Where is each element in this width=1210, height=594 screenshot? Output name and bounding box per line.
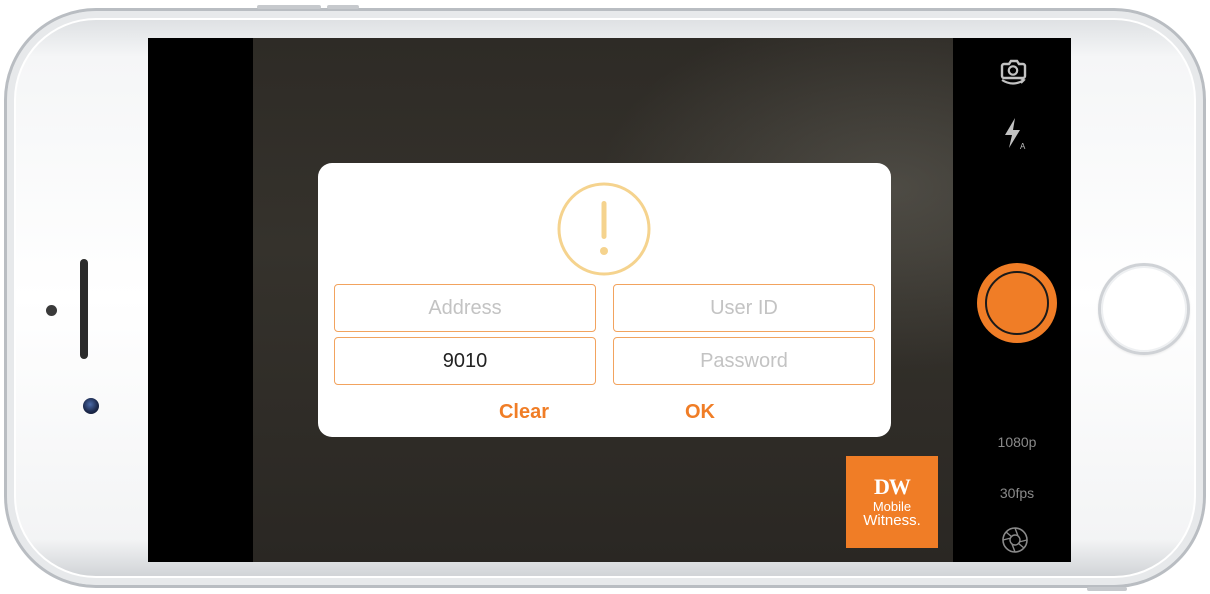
ok-button[interactable]: OK <box>670 397 730 427</box>
logo-line2: Witness. <box>863 512 921 529</box>
dw-mobile-witness-logo: DW Mobile Witness. <box>846 456 938 548</box>
connection-dialog: Clear OK <box>318 163 891 437</box>
clear-button[interactable]: Clear <box>484 397 564 427</box>
flash-auto-icon[interactable]: A <box>1000 116 1028 152</box>
front-camera <box>83 398 99 414</box>
power-button <box>1087 587 1127 591</box>
phone-screen: A 1080p 30fps DW Mobile Witness. Clear O… <box>148 38 1071 562</box>
camera-flip-icon[interactable] <box>996 54 1030 88</box>
record-button[interactable] <box>977 263 1057 343</box>
userid-input[interactable] <box>613 284 875 332</box>
home-button[interactable] <box>1098 263 1190 355</box>
port-input[interactable] <box>334 337 596 385</box>
logo-brand: DW <box>874 474 911 499</box>
volume-button <box>257 5 321 9</box>
password-input[interactable] <box>613 337 875 385</box>
mute-switch <box>327 5 359 9</box>
proximity-sensor <box>46 305 57 316</box>
address-input[interactable] <box>334 284 596 332</box>
earpiece-speaker <box>80 259 88 359</box>
aperture-settings-icon[interactable] <box>1001 526 1029 554</box>
framerate-label[interactable]: 30fps <box>977 485 1057 501</box>
resolution-label[interactable]: 1080p <box>977 434 1057 450</box>
exclamation-circle-icon <box>557 182 651 276</box>
svg-text:A: A <box>1020 142 1026 151</box>
